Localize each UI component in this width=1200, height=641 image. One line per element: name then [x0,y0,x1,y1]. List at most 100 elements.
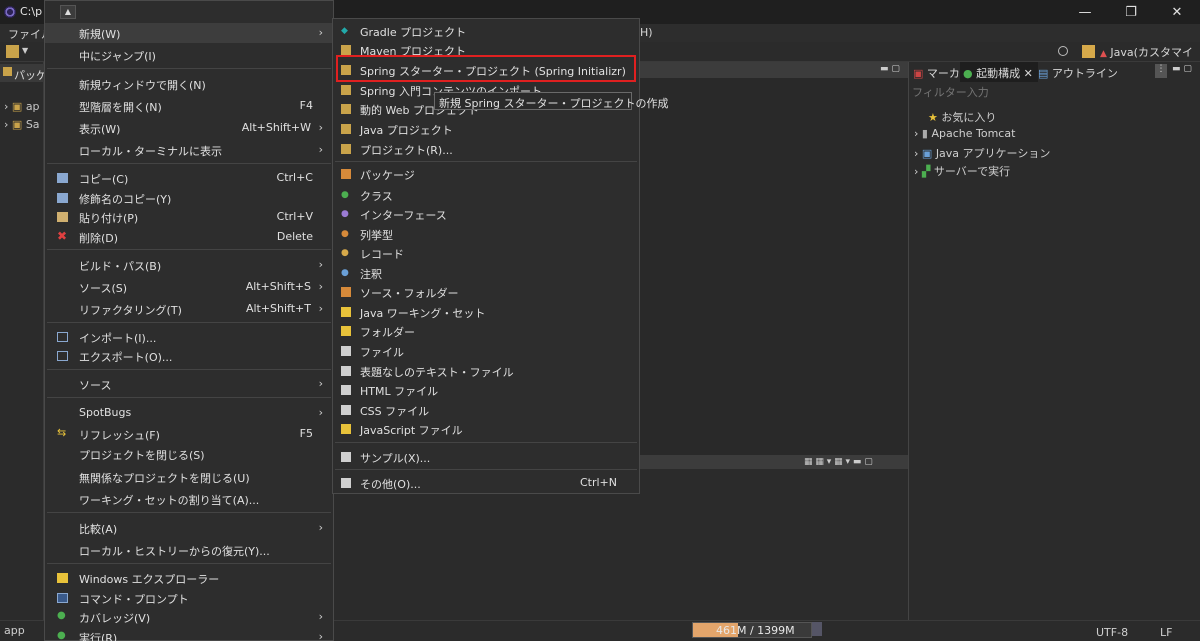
submenu-item-package[interactable]: パッケージ [333,164,639,184]
submenu-item-java-working-set[interactable]: Java ワーキング・セット [333,302,639,322]
menu-help[interactable]: H) [640,26,653,39]
submenu-item-java-project[interactable]: Java プロジェクト [333,119,639,139]
menu-item-refactor[interactable]: リファクタリング(T) Alt+Shift+T › [45,299,333,319]
menu-item-coverage[interactable]: ● カバレッジ(V) › [45,607,333,627]
tree-label: Java アプリケーション [935,147,1051,160]
tab-outline[interactable]: ▤ アウトライン [1038,65,1118,81]
submenu-item-label: Java プロジェクト [360,124,453,137]
record-icon: ● [341,248,349,258]
submenu-item-folder[interactable]: フォルダー [333,321,639,341]
menu-separator [47,68,331,69]
menu-item-copy-qualified-name[interactable]: 修飾名のコピー(Y) [45,188,333,208]
menu-item-show-in[interactable]: 表示(W) Alt+Shift+W › [45,118,333,138]
menu-item-windows-explorer[interactable]: Windows エクスプローラー [45,568,333,588]
menu-item-show-in-terminal[interactable]: ローカル・ターミナルに表示 › [45,140,333,160]
tooltip: 新規 Spring スターター・プロジェクトの作成 [434,92,669,110]
menu-item-go-into[interactable]: 中にジャンプ(I) [45,45,333,65]
bottom-panel-toolbar-icons[interactable]: ▦ ▦ ▾ ▦ ▾ ▬ ▢ [804,457,873,467]
submenu-item-file[interactable]: ファイル [333,341,639,361]
submenu-item-css-file[interactable]: CSS ファイル [333,400,639,420]
tree-item-app[interactable]: › ▣ ap [4,100,40,113]
menu-item-run[interactable]: ● 実行(R) › [45,627,333,641]
tree-java-application[interactable]: › ▣ Java アプリケーション [914,145,1050,161]
editor-minimize-maximize-icon[interactable]: ▬ ▢ [880,64,900,74]
new-wizard-icon[interactable] [6,45,19,58]
file-icon [341,346,351,356]
menu-item-shortcut: F5 [299,427,313,440]
submenu-item-label: ファイル [360,346,404,359]
submenu-item-untitled-text-file[interactable]: 表題なしのテキスト・ファイル [333,361,639,381]
tree-item-sa[interactable]: › ▣ Sa [4,118,40,131]
tab-launch-config[interactable]: ● 起動構成 ✕ [963,65,1033,81]
menu-item-import[interactable]: インポート(I)... [45,327,333,347]
menu-item-command-prompt[interactable]: コマンド・プロンプト [45,588,333,608]
tree-favorites[interactable]: ★ お気に入り [928,109,996,125]
filter-input[interactable] [912,84,1198,100]
menu-item-paste[interactable]: 貼り付け(P) Ctrl+V [45,207,333,227]
submenu-item-other[interactable]: その他(O)... Ctrl+N [333,473,639,493]
right-panel-min-max-icon[interactable]: ▬ ▢ [1172,64,1192,74]
highlight-annotation [336,55,636,82]
tree-apache-tomcat[interactable]: › ▮ Apache Tomcat [914,127,1015,140]
search-icon[interactable] [1058,46,1068,56]
menu-item-refresh[interactable]: ⇆ リフレッシュ(F) F5 [45,424,333,444]
menu-item-delete[interactable]: ✖ 削除(D) Delete [45,227,333,247]
menu-scroll-up-button[interactable]: ▲ [60,5,76,19]
menu-item-label: 中にジャンプ(I) [79,50,156,63]
submenu-arrow-icon: › [318,521,323,534]
project-icon: ▣ [11,118,23,131]
close-button[interactable]: ✕ [1154,0,1200,24]
package-icon [341,169,351,179]
submenu-item-annotation[interactable]: ● 注釈 [333,263,639,283]
server-icon: ▮ [921,127,928,140]
menu-item-export[interactable]: エクスポート(O)... [45,346,333,366]
menu-separator [47,512,331,513]
package-explorer-tab-label: パッケ [14,69,47,82]
submenu-item-project[interactable]: プロジェクト(R)... [333,139,639,159]
garbage-collect-icon[interactable] [812,622,822,636]
menu-item-copy[interactable]: コピー(C) Ctrl+C [45,168,333,188]
menu-item-new[interactable]: 新規(W) › [45,23,333,43]
submenu-item-class[interactable]: ● クラス [333,185,639,205]
source-folder-icon [341,287,351,297]
view-menu-icon[interactable]: ⋮ [1155,64,1167,78]
new-submenu: ◆ Gradle プロジェクト Maven プロジェクト Spring スターター… [332,18,640,494]
annotation-icon: ● [341,268,349,278]
submenu-arrow-icon: › [318,143,323,156]
menu-item-spotbugs[interactable]: SpotBugs › [45,403,333,423]
submenu-item-label: CSS ファイル [360,405,430,418]
submenu-separator [335,161,637,162]
menu-item-close-unrelated[interactable]: 無関係なプロジェクトを閉じる(U) [45,467,333,487]
menu-item-shortcut: Delete [276,230,313,243]
open-perspective-icon[interactable] [1082,45,1095,58]
submenu-item-label: 注釈 [360,268,382,281]
menu-item-compare[interactable]: 比較(A) › [45,518,333,538]
menu-item-source-plain[interactable]: ソース › [45,374,333,394]
menu-item-close-project[interactable]: プロジェクトを閉じる(S) [45,444,333,464]
menu-item-open-type-hierarchy[interactable]: 型階層を開く(N) F4 [45,96,333,116]
tree-label: Apache Tomcat [931,127,1016,140]
menu-separator [47,249,331,250]
submenu-item-record[interactable]: ● レコード [333,243,639,263]
menu-item-open-new-window[interactable]: 新規ウィンドウで開く(N) [45,74,333,94]
tree-run-on-server[interactable]: › ▞ サーバーで実行 [914,163,1010,179]
dropdown-arrow-icon[interactable]: ▼ [22,46,28,55]
menu-item-build-path[interactable]: ビルド・パス(B) › [45,255,333,275]
submenu-item-examples[interactable]: サンプル(X)... [333,447,639,467]
encoding-label[interactable]: UTF-8 [1096,626,1128,639]
run-server-icon: ▞ [921,165,931,178]
minimize-button[interactable]: — [1062,0,1108,24]
submenu-item-javascript-file[interactable]: JavaScript ファイル [333,419,639,439]
menu-item-assign-working-sets[interactable]: ワーキング・セットの割り当て(A)... [45,489,333,509]
maximize-button[interactable]: ❐ [1108,0,1154,24]
submenu-item-enum[interactable]: ● 列挙型 [333,224,639,244]
menu-item-restore-history[interactable]: ローカル・ヒストリーからの復元(Y)... [45,540,333,560]
submenu-item-html-file[interactable]: HTML ファイル [333,380,639,400]
submenu-item-gradle-project[interactable]: ◆ Gradle プロジェクト [333,21,639,41]
close-tab-icon[interactable]: ✕ [1024,67,1033,80]
menu-item-source[interactable]: ソース(S) Alt+Shift+S › [45,277,333,297]
submenu-item-interface[interactable]: ● インターフェース [333,204,639,224]
submenu-item-source-folder[interactable]: ソース・フォルダー [333,282,639,302]
submenu-item-label: Gradle プロジェクト [360,26,467,39]
line-separator-label[interactable]: LF [1160,626,1172,639]
